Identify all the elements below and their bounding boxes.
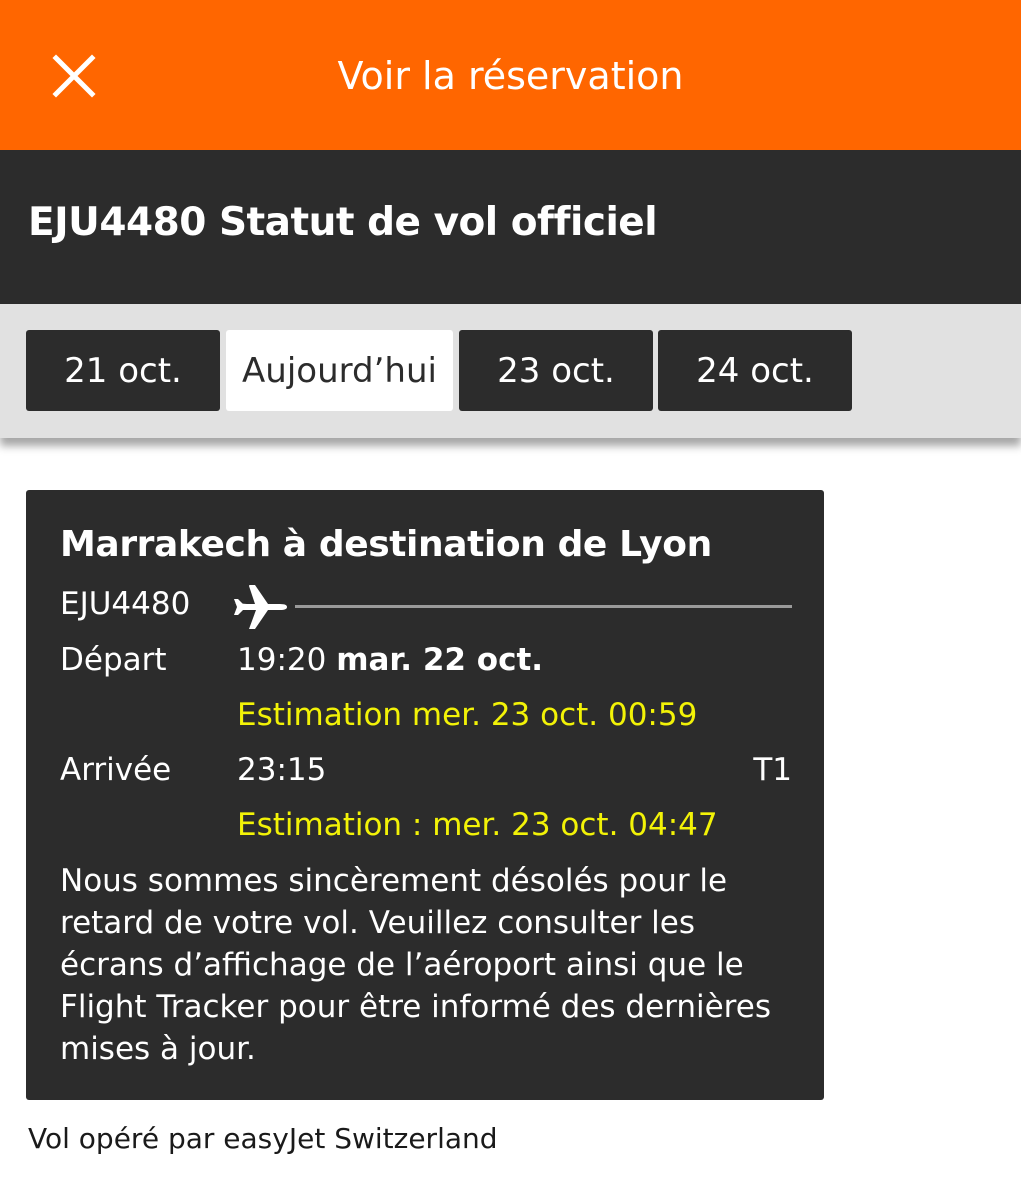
arrival-label: Arrivée xyxy=(60,752,172,788)
flight-status-title: EJU4480 Statut de vol officiel xyxy=(28,200,658,245)
flight-number: EJU4480 xyxy=(60,586,191,622)
route-line xyxy=(295,605,792,608)
departure-datetime: 19:20 mar. 22 oct. xyxy=(237,642,543,678)
arrival-terminal: T1 xyxy=(753,752,792,788)
departure-label: Départ xyxy=(60,642,167,678)
departure-date: mar. 22 oct. xyxy=(336,642,544,678)
top-app-bar: Voir la réservation xyxy=(0,0,1021,150)
route-title: Marrakech à destination de Lyon xyxy=(60,524,712,565)
departure-time: 19:20 xyxy=(237,642,327,678)
arrival-time: 23:15 xyxy=(237,752,327,788)
page-title: Voir la réservation xyxy=(337,54,684,98)
tab-24-oct[interactable]: 24 oct. xyxy=(658,330,852,411)
tab-21-oct[interactable]: 21 oct. xyxy=(26,330,220,411)
tab-today[interactable]: Aujourd’hui xyxy=(226,330,453,411)
tab-23-oct[interactable]: 23 oct. xyxy=(459,330,653,411)
departure-estimate: Estimation mer. 23 oct. 00:59 xyxy=(237,697,698,733)
operated-by-text: Vol opéré par easyJet Switzerland xyxy=(28,1122,498,1155)
delay-message: Nous sommes sincèrement désolés pour le … xyxy=(60,863,771,1067)
airplane-icon xyxy=(234,585,288,629)
arrival-estimate: Estimation : mer. 23 oct. 04:47 xyxy=(237,807,718,843)
